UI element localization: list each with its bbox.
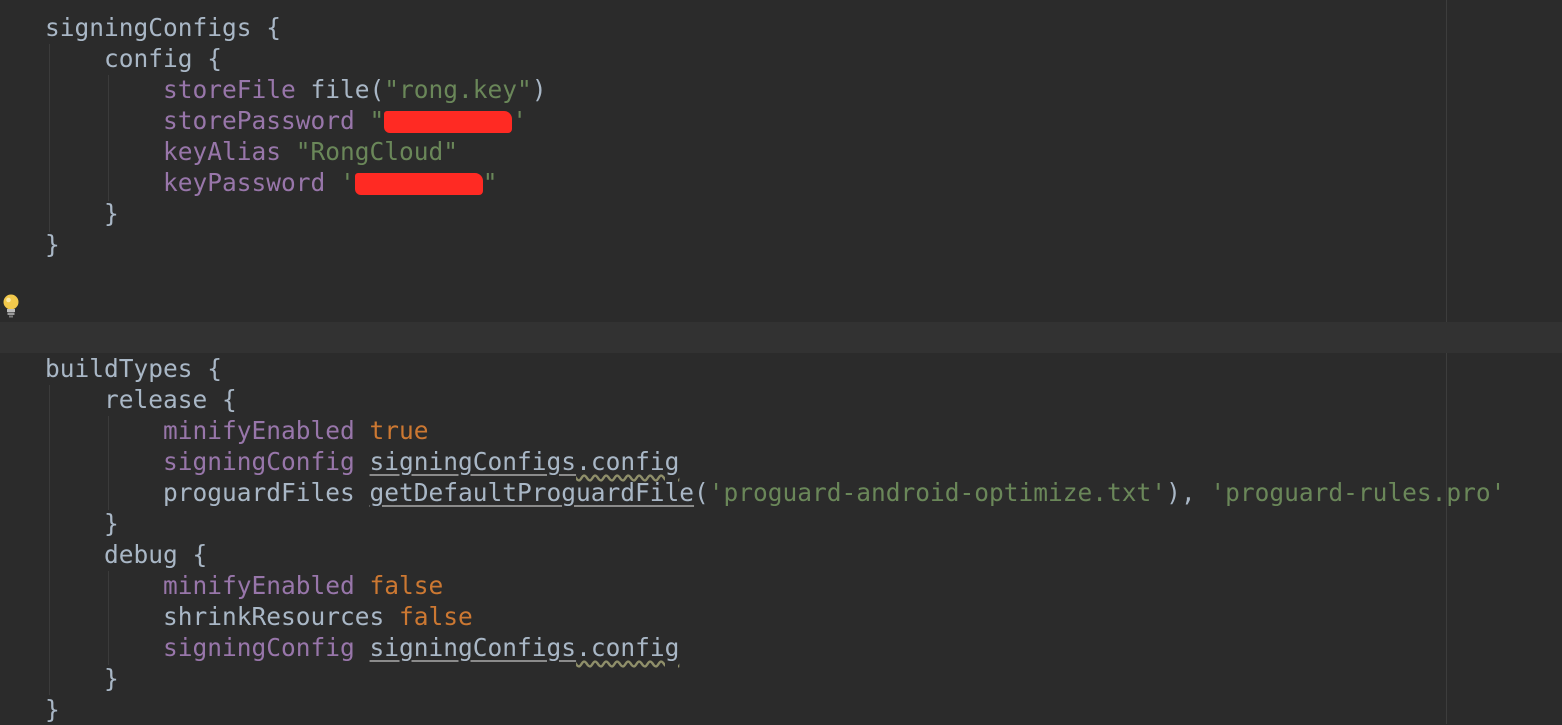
code-line[interactable]: } bbox=[45, 229, 60, 260]
code-line[interactable]: config { bbox=[45, 43, 222, 74]
code-token: } bbox=[45, 230, 60, 259]
code-token: buildTypes { bbox=[45, 354, 223, 383]
code-line[interactable]: shrinkResources false bbox=[45, 601, 473, 632]
code-token: file( bbox=[295, 75, 385, 104]
code-token: ), bbox=[1166, 478, 1211, 507]
code-token: 'proguard-android-optimize.txt' bbox=[708, 478, 1167, 507]
code-token: } bbox=[45, 509, 119, 538]
code-token: } bbox=[45, 199, 119, 228]
code-line[interactable]: keyPassword ' " bbox=[45, 167, 498, 198]
code-token: false bbox=[384, 602, 473, 631]
code-token: true bbox=[354, 416, 429, 445]
code-line[interactable]: buildTypes { bbox=[45, 353, 222, 384]
code-token: .config bbox=[576, 633, 680, 662]
code-token: release { bbox=[45, 385, 237, 414]
code-token: .config bbox=[576, 447, 680, 476]
code-token: false bbox=[354, 571, 444, 600]
code-token: "rong.key" bbox=[384, 75, 532, 104]
code-token: ' bbox=[512, 106, 528, 135]
code-line[interactable]: } bbox=[45, 198, 119, 229]
lightbulb-icon[interactable] bbox=[2, 293, 20, 319]
code-token: signingConfigs { bbox=[45, 13, 282, 42]
code-line[interactable]: storePassword " ' bbox=[45, 105, 527, 136]
code-token: proguardFiles bbox=[45, 478, 370, 507]
code-token: 'proguard-rules.pro' bbox=[1210, 478, 1506, 507]
code-token: "RongCloud" bbox=[281, 137, 459, 166]
code-token: ' bbox=[325, 168, 355, 197]
code-line[interactable]: proguardFiles getDefaultProguardFile('pr… bbox=[45, 477, 1505, 508]
code-line[interactable]: } bbox=[45, 663, 119, 694]
code-editor[interactable]: signingConfigs { config { storeFile file… bbox=[0, 0, 1562, 724]
code-line[interactable]: signingConfig signingConfigs.config bbox=[45, 446, 679, 477]
code-token: } bbox=[45, 695, 60, 724]
code-line[interactable]: release { bbox=[45, 384, 237, 415]
code-token: config { bbox=[45, 44, 223, 73]
code-line[interactable]: signingConfigs { bbox=[45, 12, 281, 43]
right-margin-guide bbox=[1446, 0, 1447, 724]
code-token: minifyEnabled bbox=[163, 416, 355, 445]
code-token: signingConfig bbox=[163, 633, 355, 662]
code-line[interactable]: keyAlias "RongCloud" bbox=[45, 136, 458, 167]
code-token: getDefaultProguardFile bbox=[369, 478, 695, 507]
code-line[interactable]: storeFile file("rong.key") bbox=[45, 74, 547, 105]
code-token: ( bbox=[694, 478, 709, 507]
code-token: storePassword bbox=[163, 106, 355, 135]
code-line[interactable]: minifyEnabled true bbox=[45, 415, 429, 446]
code-token: " bbox=[482, 168, 498, 197]
code-line[interactable]: signingConfig signingConfigs.config bbox=[45, 632, 679, 663]
redaction-mark bbox=[354, 173, 483, 195]
current-line-highlight bbox=[0, 322, 1562, 353]
code-token: keyAlias bbox=[163, 137, 282, 166]
code-token: " bbox=[354, 106, 385, 135]
code-line[interactable]: debug { bbox=[45, 539, 207, 570]
code-line[interactable]: } bbox=[45, 508, 119, 539]
code-token: } bbox=[45, 664, 119, 693]
code-token: storeFile bbox=[163, 75, 296, 104]
code-line[interactable]: minifyEnabled false bbox=[45, 570, 443, 601]
code-token: shrinkResources bbox=[45, 602, 385, 631]
code-token: keyPassword bbox=[163, 168, 326, 197]
code-token: minifyEnabled bbox=[163, 571, 355, 600]
code-token: signingConfig bbox=[163, 447, 355, 476]
code-token: signingConfigs bbox=[369, 447, 577, 476]
code-line[interactable]: } bbox=[45, 694, 60, 725]
redaction-mark bbox=[384, 111, 513, 133]
code-token: signingConfigs bbox=[369, 633, 577, 662]
code-token: debug { bbox=[45, 540, 208, 569]
code-token: ) bbox=[531, 75, 547, 104]
